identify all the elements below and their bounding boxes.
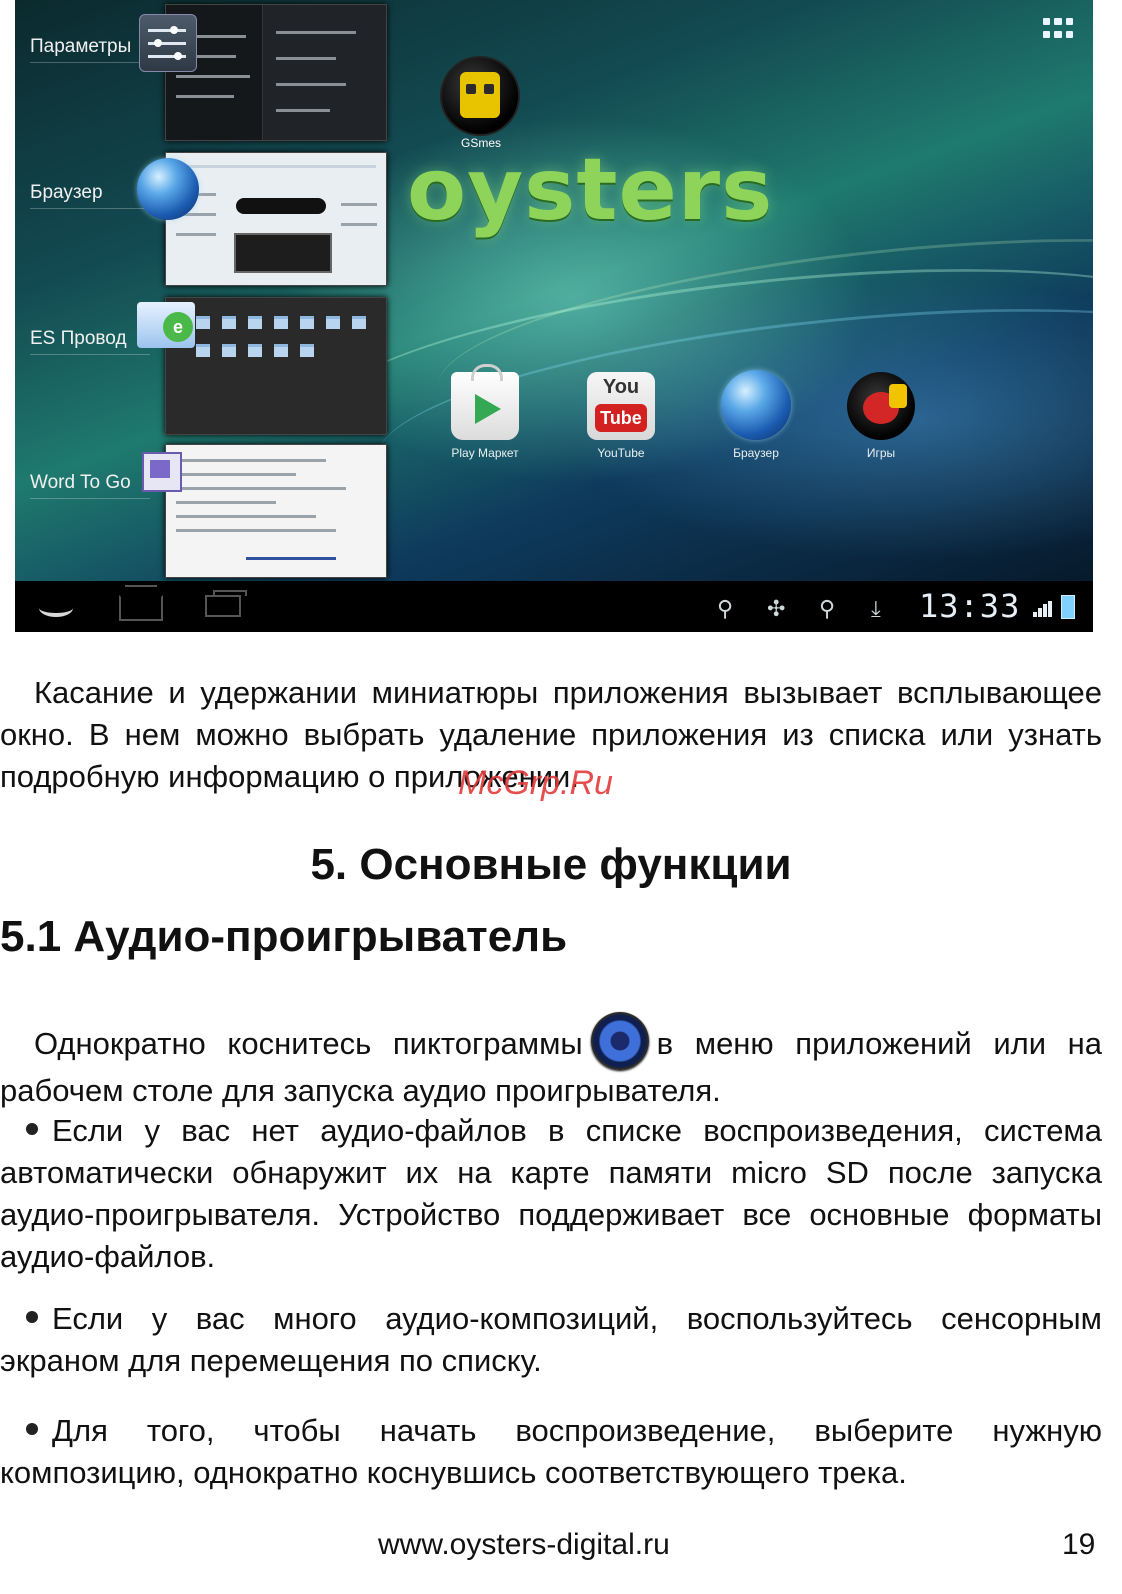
audio-player-paragraph: Однократно коснитесь пиктограммы в меню п… bbox=[0, 1012, 1102, 1112]
tablet-screenshot: oysters GSmes Параметры Браузер ES Прово… bbox=[15, 0, 1093, 632]
audio-player-text-before: Однократно коснитесь пиктограммы bbox=[34, 1026, 583, 1061]
word-to-go-icon bbox=[142, 452, 182, 492]
es-explorer-folder-icon: e bbox=[137, 302, 195, 348]
recent-thumbnail-es-explorer[interactable] bbox=[165, 297, 387, 435]
footer-url: www.oysters-digital.ru bbox=[378, 1528, 670, 1561]
gsmes-app-icon[interactable] bbox=[440, 56, 520, 136]
settings-sliders-icon bbox=[139, 14, 197, 72]
gsmes-app-label: GSmes bbox=[461, 136, 502, 150]
dock-label-games: Игры bbox=[866, 446, 896, 460]
recent-app-label-settings[interactable]: Параметры bbox=[30, 36, 150, 63]
system-bar: ⚲ ✣ ⚲ ⤓ 13:33 bbox=[15, 581, 1093, 632]
play-store-icon[interactable] bbox=[451, 364, 519, 440]
all-apps-grid-icon[interactable] bbox=[1043, 18, 1073, 40]
home-icon[interactable] bbox=[119, 595, 163, 621]
recent-app-label-es-explorer[interactable]: ES Провод bbox=[30, 328, 150, 355]
bullet-item: Для того, чтобы начать воспроизведение, … bbox=[0, 1413, 1102, 1490]
recent-thumbnail-word-to-go[interactable] bbox=[165, 444, 387, 578]
angry-birds-icon[interactable] bbox=[847, 372, 915, 440]
back-icon[interactable] bbox=[39, 599, 73, 617]
recent-thumbnail-browser[interactable] bbox=[165, 152, 387, 286]
watermark: McGrp.Ru bbox=[458, 764, 613, 802]
page-number: 19 bbox=[1062, 1528, 1096, 1561]
dock-label-play-store: Play Маркет bbox=[451, 446, 519, 460]
battery-icon bbox=[1061, 595, 1075, 619]
browser-globe-icon[interactable] bbox=[721, 370, 791, 440]
audio-player-icon bbox=[590, 1012, 649, 1070]
bullet-icon bbox=[26, 1423, 38, 1435]
browser-globe-icon bbox=[137, 158, 199, 220]
oysters-logo: oysters bbox=[407, 140, 774, 240]
subsection-title: 5.1 Аудио-проигрыватель bbox=[0, 912, 568, 961]
android-debug-icon: ✣ bbox=[767, 597, 786, 622]
bullet-item: Если у вас много аудио-композиций, воспо… bbox=[0, 1301, 1102, 1378]
recent-apps-icon[interactable] bbox=[205, 590, 247, 617]
status-clock: 13:33 bbox=[919, 587, 1021, 625]
download-icon: ⤓ bbox=[871, 597, 881, 622]
bullet-icon bbox=[26, 1123, 38, 1135]
usb-icon: ⚲ bbox=[819, 597, 836, 622]
recent-app-label-browser[interactable]: Браузер bbox=[30, 182, 150, 209]
youtube-icon[interactable]: You Tube bbox=[587, 372, 655, 440]
dock-label-browser: Браузер bbox=[733, 446, 779, 460]
usb-icon: ⚲ bbox=[717, 597, 734, 622]
recent-app-label-word-to-go[interactable]: Word To Go bbox=[30, 472, 150, 499]
signal-icon bbox=[1033, 601, 1053, 617]
dock-label-youtube: YouTube bbox=[597, 446, 645, 460]
bullet-icon bbox=[26, 1311, 38, 1323]
section-title: 5. Основные функции bbox=[310, 840, 792, 889]
bullet-item: Если у вас нет аудио-файлов в списке вос… bbox=[0, 1113, 1102, 1274]
recent-thumbnail-settings[interactable] bbox=[165, 4, 387, 141]
